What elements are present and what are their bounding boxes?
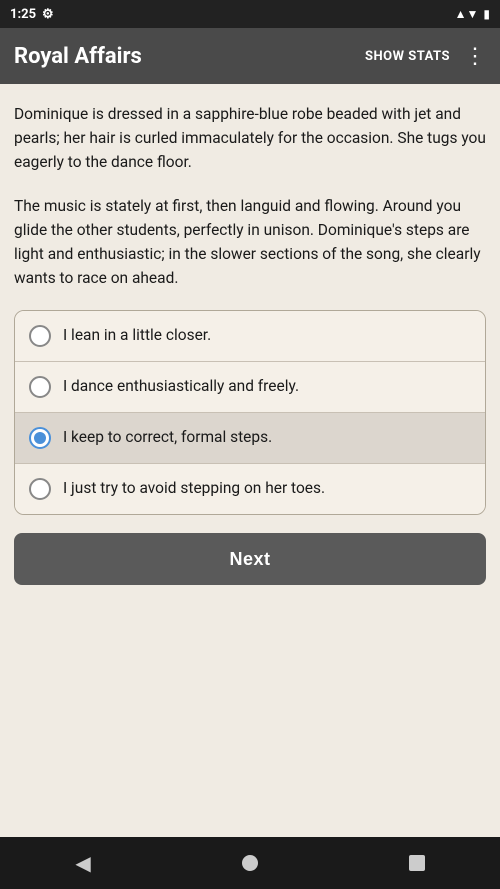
choice-label: I lean in a little closer. xyxy=(63,325,211,347)
radio-button[interactable] xyxy=(29,478,51,500)
choice-label: I just try to avoid stepping on her toes… xyxy=(63,478,325,500)
recents-nav-button[interactable] xyxy=(389,847,445,879)
time-display: 1:25 xyxy=(10,7,36,22)
settings-icon: ⚙ xyxy=(42,7,54,22)
next-button[interactable]: Next xyxy=(14,533,486,585)
status-bar-left: 1:25 ⚙ xyxy=(10,7,54,22)
story-paragraph-2: The music is stately at first, then lang… xyxy=(14,194,486,290)
choice-item[interactable]: I lean in a little closer. xyxy=(15,311,485,362)
home-nav-button[interactable] xyxy=(222,847,278,879)
main-content: Dominique is dressed in a sapphire-blue … xyxy=(0,84,500,837)
radio-button[interactable] xyxy=(29,325,51,347)
back-nav-button[interactable]: ◀ xyxy=(55,843,110,883)
app-bar: Royal Affairs SHOW STATS ⋮ xyxy=(0,28,500,84)
radio-button[interactable] xyxy=(29,376,51,398)
battery-icon: ▮ xyxy=(483,7,490,21)
choice-label: I dance enthusiastically and freely. xyxy=(63,376,299,398)
radio-button[interactable] xyxy=(29,427,51,449)
bottom-nav-bar: ◀ xyxy=(0,837,500,889)
app-title: Royal Affairs xyxy=(14,44,365,69)
signal-icon: ▲▼ xyxy=(455,7,479,21)
choice-item[interactable]: I keep to correct, formal steps. xyxy=(15,413,485,464)
story-paragraph-1: Dominique is dressed in a sapphire-blue … xyxy=(14,102,486,174)
choices-container: I lean in a little closer. I dance enthus… xyxy=(14,310,486,515)
status-bar-right: ▲▼ ▮ xyxy=(455,7,490,21)
radio-inner-dot xyxy=(34,432,46,444)
status-bar: 1:25 ⚙ ▲▼ ▮ xyxy=(0,0,500,28)
choice-label: I keep to correct, formal steps. xyxy=(63,427,272,449)
more-options-icon[interactable]: ⋮ xyxy=(464,44,486,69)
choice-item[interactable]: I dance enthusiastically and freely. xyxy=(15,362,485,413)
show-stats-button[interactable]: SHOW STATS xyxy=(365,49,450,64)
choice-item[interactable]: I just try to avoid stepping on her toes… xyxy=(15,464,485,514)
